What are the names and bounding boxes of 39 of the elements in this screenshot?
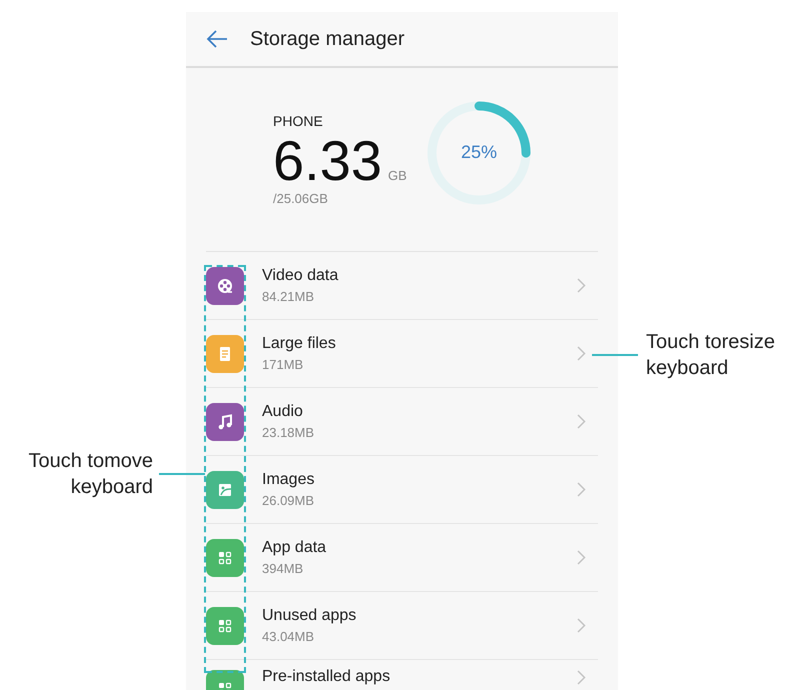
- list-item[interactable]: Images 26.09MB: [206, 456, 598, 524]
- chevron-icon: [577, 670, 586, 685]
- item-size: 23.18MB: [262, 425, 316, 440]
- item-name: Large files: [262, 335, 337, 353]
- total-capacity: /25.06GB: [273, 191, 329, 206]
- item-size: 84.21MB: [262, 289, 316, 304]
- item-size: 171MB: [262, 357, 304, 372]
- chevron-icon: [577, 278, 586, 293]
- item-name: Audio: [262, 403, 304, 421]
- list-item[interactable]: App data 394MB: [206, 524, 598, 592]
- list-item[interactable]: Pre-installed apps: [206, 660, 598, 690]
- usage-percent: 25%: [460, 142, 498, 163]
- list-item[interactable]: Video data 84.21MB: [206, 252, 598, 320]
- chevron-icon: [577, 414, 586, 429]
- callout-text: Touch tomove keyboard: [27, 449, 153, 500]
- item-size: 26.09MB: [262, 493, 316, 508]
- chevron-icon: [577, 550, 586, 565]
- chevron-icon: [577, 346, 586, 361]
- item-name: App data: [262, 539, 328, 557]
- list-item[interactable]: Audio 23.18MB: [206, 388, 598, 456]
- leader-line: [592, 354, 638, 356]
- back-button[interactable]: [206, 29, 230, 49]
- leader-line: [159, 473, 205, 475]
- storage-label: PHONE: [273, 113, 324, 129]
- item-name: Pre-installed apps: [262, 668, 392, 686]
- callout-text: Touch toresize keyboard: [646, 330, 776, 381]
- item-size: 43.04MB: [262, 629, 316, 644]
- list-item[interactable]: Large files 171MB: [206, 320, 598, 388]
- used-amount: 6.33: [273, 133, 382, 189]
- screen-title: Storage manager: [250, 28, 405, 50]
- item-size: 394MB: [262, 561, 304, 576]
- unit-label: GB: [388, 168, 407, 183]
- back-arrow-icon: [206, 30, 228, 48]
- item-name: Unused apps: [262, 607, 358, 625]
- list-item[interactable]: Unused apps 43.04MB: [206, 592, 598, 660]
- chevron-icon: [577, 618, 586, 633]
- chevron-icon: [577, 482, 586, 497]
- item-name: Video data: [262, 267, 340, 285]
- item-name: Images: [262, 471, 316, 489]
